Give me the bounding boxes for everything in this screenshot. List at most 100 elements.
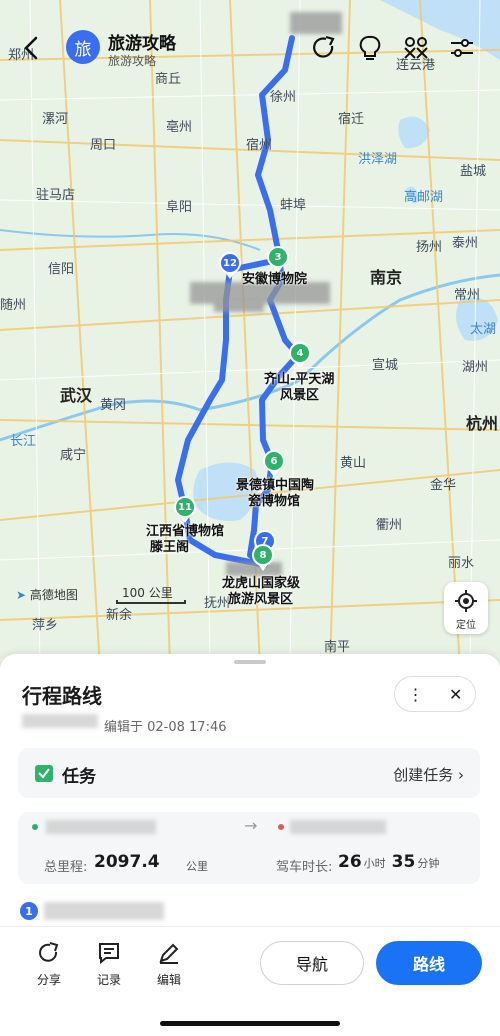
route-pin[interactable]: 3 [267,246,289,273]
city-label: 金华 [430,478,457,493]
city-label: 武汉 [60,386,93,405]
hours-unit: 小时 [363,857,386,870]
start-dot-icon [32,824,38,830]
group-icon[interactable] [402,34,430,62]
city-label: 太湖 [470,322,497,337]
poi-label: 安徽博物院 [242,272,308,287]
close-icon[interactable]: ✕ [449,685,462,704]
distance-unit: 公里 [186,860,208,873]
page-title: 旅游攻略 [108,34,176,54]
create-task-link[interactable]: 创建任务 › [393,764,464,785]
stop-number-badge: 1 [20,902,38,920]
settings-sliders-icon[interactable] [448,34,476,62]
city-label: 周口 [90,138,117,153]
back-arrow-icon[interactable] [18,34,46,62]
edit-button[interactable]: 编辑 [144,941,194,988]
minutes-value: 35 [391,852,416,872]
scale-label: 100 公里 [122,586,173,600]
poi-label: 龙虎山国家级 [222,576,301,591]
itinerary-sheet: 行程路线 ⋮ ✕ 编辑于 02-08 17:46 任务 创建任务 › → 总里程… [0,654,500,1036]
poi-label: 瓷博物馆 [248,494,301,509]
route-button[interactable]: 路线 [376,941,482,985]
navigate-button[interactable]: 导航 [260,941,364,985]
edit-label: 编辑 [156,973,181,987]
share-button[interactable]: 分享 [24,941,74,988]
city-label: 萍乡 [32,618,59,633]
edited-timestamp: 编辑于 02-08 17:46 [104,720,227,735]
more-icon[interactable]: ⋮ [408,685,424,704]
route-pin[interactable]: 6 [263,450,285,477]
city-label: 咸宁 [60,448,87,463]
locate-label: 定位 [456,620,476,631]
avatar[interactable]: 旅 [66,30,100,64]
pencil-icon [159,943,179,964]
city-label: 长江 [10,434,37,449]
blurred-start [46,820,156,834]
city-label: 杭州 [466,414,499,433]
calendar-check-icon [35,765,53,782]
poi-label: 旅游风景区 [228,592,294,607]
record-label: 记录 [96,973,121,987]
map-watermark: 高德地图 [29,588,78,602]
city-label: 抚州 [204,596,231,611]
bottom-toolbar: 分享 记录 编辑 导航 路线 [0,926,500,1036]
locate-icon [455,590,477,612]
city-label: 阜阳 [166,200,193,215]
share-label: 分享 [36,973,61,987]
city-label: 黄冈 [100,398,127,413]
bulb-icon[interactable] [356,34,384,62]
blurred-stop-name [44,902,164,920]
city-label: 常州 [454,288,481,303]
chevron-right-icon: › [458,766,464,784]
sheet-title: 行程路线 [22,684,102,708]
city-label: 漯河 [42,112,69,127]
distance-label: 总里程: [44,860,88,875]
end-dot-icon [278,824,284,830]
home-indicator [160,1021,340,1026]
city-label: 宿迁 [338,112,365,127]
map-view[interactable]: 郑州 商丘 亳州 漯河 周口 驻马店 阜阳 信阳 随州 武汉 黄冈 咸宁 长江 … [0,0,500,668]
city-label: 徐州 [270,90,297,105]
hours-value: 26 [338,852,362,872]
blurred-label [214,302,264,312]
city-label: 高邮湖 [404,190,444,205]
city-label: 驻马店 [36,188,76,203]
city-label: 宿州 [246,138,273,153]
locate-button[interactable]: 定位 [444,582,488,634]
city-label: 南京 [370,268,403,287]
city-label: 亳州 [166,120,193,135]
share-icon [39,942,59,962]
drive-time-label: 驾车时长: [276,860,333,875]
poi-label: 江西省博物馆 [146,524,225,539]
city-label: 衢州 [376,518,403,533]
map-scale: ➤ 高德地图 100 公里 [16,586,186,604]
poi-label: 风景区 [280,388,320,403]
drive-time-value: 26 小时 35 分钟 [338,852,445,872]
poi-label: 景德镇中国陶 [236,478,315,493]
sheet-grabber[interactable] [234,660,266,664]
route-pin[interactable]: 4 [289,342,311,369]
city-label: 盐城 [460,164,487,179]
city-label: 信阳 [48,262,75,277]
create-task-label: 创建任务 [393,766,454,784]
city-label: 泰州 [452,236,479,251]
top-header: 旅 旅游攻略 旅游攻略 [0,24,500,72]
route-summary-card[interactable]: → 总里程: 2097.4 公里 驾车时长: 26 小时 35 分钟 [18,812,480,884]
task-label: 任务 [62,767,96,787]
route-pin[interactable]: 11 [174,496,196,523]
blurred-author [22,714,98,728]
task-row[interactable]: 任务 创建任务 › [18,748,480,798]
route-pin[interactable]: 12 [219,252,241,279]
city-label: 宣城 [372,358,399,373]
city-label: 丽水 [448,556,475,571]
city-label: 黄山 [340,456,367,471]
city-label: 湖州 [462,360,489,375]
blurred-end [290,820,386,834]
note-icon [99,943,119,965]
city-label: 新余 [106,608,133,623]
route-pin[interactable]: 8 [252,544,274,571]
share-arrow-icon[interactable] [310,34,338,62]
record-button[interactable]: 记录 [84,941,134,988]
city-label: 扬州 [416,240,443,255]
city-label: 蚌埠 [280,198,307,213]
